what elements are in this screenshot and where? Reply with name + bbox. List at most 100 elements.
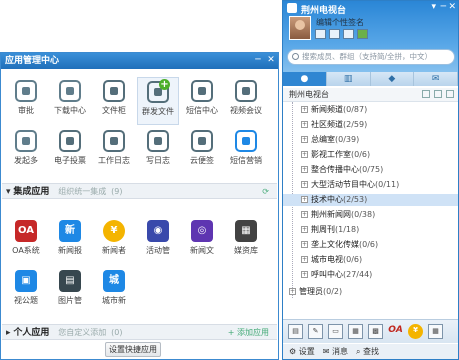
collapse-icon[interactable]: ▾ bbox=[6, 187, 11, 197]
personal-apps-subtitle: 您自定义添加 bbox=[58, 328, 107, 337]
org-tree-node[interactable]: + 城市电视(0/6) bbox=[283, 254, 458, 266]
org-tree-node[interactable]: + 技术中心(2/53) bbox=[283, 194, 458, 206]
node-name: 新闻频道 bbox=[311, 105, 343, 114]
expand-icon[interactable]: + bbox=[301, 256, 308, 263]
app-tile[interactable]: 新新闻报 bbox=[49, 217, 91, 265]
app-icon[interactable] bbox=[343, 29, 354, 39]
app-tile[interactable]: 发起多 bbox=[5, 127, 47, 175]
calendar-icon[interactable]: ▦ bbox=[348, 324, 363, 339]
expand-icon[interactable]: + bbox=[301, 136, 308, 143]
write-log-icon bbox=[147, 130, 169, 152]
integrated-apps-header[interactable]: ▾ 集成应用 组织统一集成 (9) ⟳ bbox=[2, 183, 277, 199]
search-input[interactable]: 搜索成员、群组（支持简/全拼，中文） bbox=[287, 49, 455, 65]
messages-button[interactable]: ✉ 消息 bbox=[323, 344, 348, 359]
app-tile[interactable]: ◎ 新闻文 bbox=[181, 217, 223, 265]
expand-icon[interactable]: + bbox=[301, 151, 308, 158]
app-tile[interactable]: ¥ 新闻者 bbox=[93, 217, 135, 265]
app-tile[interactable]: 城城市新 bbox=[93, 267, 135, 315]
org-tree-node[interactable]: + 荆州新闻网(0/38) bbox=[283, 209, 458, 221]
app-label: 短信中心 bbox=[186, 106, 218, 115]
app-logo-icon bbox=[287, 3, 297, 13]
close-icon[interactable]: ✕ bbox=[448, 2, 456, 12]
app-manager-title: 应用管理中心 bbox=[5, 56, 60, 66]
app-tile[interactable]: OA OA系统 bbox=[5, 217, 47, 265]
expand-icon[interactable]: + bbox=[301, 181, 308, 188]
im-tab[interactable]: ● bbox=[283, 72, 327, 86]
app-tile[interactable]: ▣ 视公题 bbox=[5, 267, 47, 315]
edit-icon[interactable]: ✎ bbox=[308, 324, 323, 339]
app-tile[interactable]: ▦ 媒资库 bbox=[225, 217, 267, 265]
expand-icon[interactable]: + bbox=[289, 288, 296, 295]
expand-icon[interactable]: + bbox=[301, 196, 308, 203]
minimize-icon[interactable]: ─ bbox=[252, 55, 264, 66]
org-tree-node[interactable]: + 荆周刊(1/18) bbox=[283, 224, 458, 236]
app-tile[interactable]: 审批 bbox=[5, 77, 47, 125]
expand-icon[interactable]: + bbox=[301, 106, 308, 113]
expand-icon[interactable]: + bbox=[301, 226, 308, 233]
mail-icon[interactable] bbox=[329, 29, 340, 39]
status-icon[interactable] bbox=[315, 29, 326, 39]
add-icon[interactable]: + bbox=[159, 79, 170, 90]
expand-icon[interactable]: + bbox=[301, 121, 308, 128]
grid-icon[interactable]: ▦ bbox=[428, 324, 443, 339]
oa-icon[interactable]: OA bbox=[388, 324, 403, 339]
green-app-icon[interactable] bbox=[357, 29, 368, 39]
expand-icon[interactable]: + bbox=[301, 271, 308, 278]
close-icon[interactable]: ✕ bbox=[265, 55, 277, 66]
im-tab[interactable]: ▥ bbox=[327, 72, 371, 86]
settings-button[interactable]: ⚙ 设置 bbox=[289, 344, 315, 359]
app-tile[interactable]: 下载中心 bbox=[49, 77, 91, 125]
org-tree-node[interactable]: + 总编室(0/39) bbox=[283, 134, 458, 146]
app-tile[interactable]: 写日志 bbox=[137, 127, 179, 175]
app-tile[interactable]: 短信营销 bbox=[225, 127, 267, 175]
app-tile[interactable]: 短信中心 bbox=[181, 77, 223, 125]
add-app-link[interactable]: + 添加应用 bbox=[228, 325, 269, 340]
app-tile[interactable]: 云便签 bbox=[181, 127, 223, 175]
node-count: (0/38) bbox=[351, 210, 376, 219]
expand-icon[interactable]: + bbox=[301, 241, 308, 248]
print-icon[interactable]: ▭ bbox=[328, 324, 343, 339]
skin-icon[interactable]: ▾ bbox=[431, 2, 436, 12]
expand-icon[interactable]: + bbox=[301, 211, 308, 218]
org-tree-node-admin[interactable]: + 管理员(0/2) bbox=[283, 286, 458, 298]
search-button[interactable]: ⌕ 查找 bbox=[356, 344, 379, 359]
expand-all-icon[interactable] bbox=[434, 90, 442, 98]
im-tab[interactable]: ✉ bbox=[414, 72, 458, 86]
search-placeholder: 搜索成员、群组（支持简/全拼，中文） bbox=[302, 52, 433, 61]
app-tile[interactable]: 文件柜 bbox=[93, 77, 135, 125]
im-tabs: ● ▥ ◆ ✉ bbox=[283, 72, 458, 86]
signature-field[interactable]: 编辑个性签名 bbox=[316, 17, 364, 28]
app-tile[interactable]: ▤ 图片管 bbox=[49, 267, 91, 315]
app-tile[interactable]: + 群发文件 bbox=[137, 77, 179, 125]
expand-icon[interactable]: ▸ bbox=[6, 328, 11, 338]
personal-apps-header[interactable]: ▸ 个人应用 您自定义添加 (0) + 添加应用 bbox=[2, 324, 277, 340]
avatar[interactable] bbox=[289, 16, 311, 40]
org-tree-node[interactable]: + 整合传播中心(0/75) bbox=[283, 164, 458, 176]
org-tree-node[interactable]: + 新闻频道(0/87) bbox=[283, 104, 458, 116]
org-tree-node[interactable]: + 垄上文化传媒(0/6) bbox=[283, 239, 458, 251]
app-tile[interactable]: 工作日志 bbox=[93, 127, 135, 175]
org-tree-node[interactable]: + 影视工作室(0/6) bbox=[283, 149, 458, 161]
org-tree-node[interactable]: + 呼叫中心(27/44) bbox=[283, 269, 458, 281]
im-footer: ⚙ 设置 ✉ 消息 ⌕ 查找 bbox=[283, 344, 458, 359]
yen-icon[interactable]: ¥ bbox=[408, 324, 423, 339]
refresh-icon[interactable]: ⟳ bbox=[262, 184, 269, 199]
refresh-icon[interactable] bbox=[446, 90, 454, 98]
group-file-icon: + bbox=[147, 79, 170, 103]
document-icon[interactable]: ▤ bbox=[288, 324, 303, 339]
app-tile[interactable]: ◉ 活动管 bbox=[137, 217, 179, 265]
status-icons bbox=[315, 29, 368, 39]
sms-marketing-icon bbox=[235, 130, 257, 152]
minimize-icon[interactable]: ─ bbox=[441, 2, 446, 12]
app-label: 文件柜 bbox=[102, 106, 126, 115]
app-tile[interactable]: 视频会议 bbox=[225, 77, 267, 125]
org-tree-node[interactable]: + 大型活动节目中心(0/11) bbox=[283, 179, 458, 191]
expand-icon[interactable]: + bbox=[301, 166, 308, 173]
node-count: (0/6) bbox=[359, 240, 379, 249]
app-tile[interactable]: 电子投票 bbox=[49, 127, 91, 175]
view-icon[interactable] bbox=[422, 90, 430, 98]
org-tree-node[interactable]: + 社区频道(2/59) bbox=[283, 119, 458, 131]
film-icon[interactable]: ▩ bbox=[368, 324, 383, 339]
im-tab[interactable]: ◆ bbox=[371, 72, 415, 86]
setup-quick-apps-button[interactable]: 设置快捷应用 bbox=[105, 342, 161, 357]
